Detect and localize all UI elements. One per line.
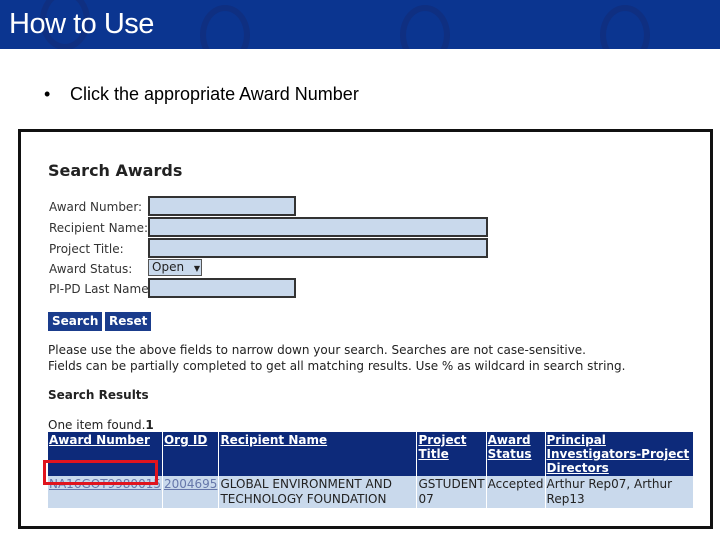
found-count: 1 — [145, 418, 154, 432]
recipient-name-label: Recipient Name: — [49, 221, 149, 235]
col-recipient-name[interactable]: Recipient Name — [218, 432, 418, 476]
search-button[interactable]: Search — [48, 312, 103, 331]
results-heading: Search Results — [48, 388, 149, 402]
reset-button[interactable]: Reset — [105, 312, 152, 331]
award-status-value: Open — [152, 260, 185, 274]
col-award-status[interactable]: Award Status — [486, 432, 546, 476]
project-title-input[interactable] — [148, 238, 488, 258]
decorative-circle — [200, 5, 250, 49]
recipient-name-cell: GLOBAL ENVIRONMENT AND TECHNOLOGY FOUNDA… — [218, 476, 418, 508]
pi-pd-last-name-input[interactable] — [148, 278, 296, 298]
project-title-cell: GSTUDENT 07 — [416, 476, 487, 508]
award-status-select[interactable]: Open ▼ — [148, 259, 202, 276]
decorative-circle — [600, 5, 650, 49]
dropdown-arrow-icon: ▼ — [193, 264, 201, 273]
found-text: One item found. — [48, 418, 146, 432]
bullet-text: Click the appropriate Award Number — [70, 84, 359, 104]
award-status-label: Award Status: — [49, 262, 133, 276]
award-status-cell: Accepted — [486, 476, 546, 508]
col-pi-pd[interactable]: Principal Investigators-Project Director… — [545, 432, 694, 476]
recipient-name-input[interactable] — [148, 217, 488, 237]
search-note-1: Please use the above fields to narrow do… — [48, 343, 586, 357]
screenshot-frame: Search Awards Award Number: Recipient Na… — [18, 129, 713, 529]
search-note-2: Fields can be partially completed to get… — [48, 359, 626, 373]
col-org-id[interactable]: Org ID — [162, 432, 220, 476]
items-found: One item found.1 — [48, 418, 154, 432]
decorative-circle — [400, 5, 450, 49]
bullet-item: • Click the appropriate Award Number — [44, 84, 359, 104]
award-number-input[interactable] — [148, 196, 296, 216]
col-project-title[interactable]: Project Title — [416, 432, 487, 476]
pi-pd-last-name-label: PI-PD Last Name: — [49, 282, 153, 296]
form-heading: Search Awards — [48, 161, 183, 180]
pi-pd-cell: Arthur Rep07, Arthur Rep13 — [545, 476, 694, 508]
project-title-label: Project Title: — [49, 242, 124, 256]
award-number-label: Award Number: — [49, 200, 143, 214]
slide-title: How to Use — [9, 8, 154, 40]
highlight-box — [43, 460, 158, 485]
slide-header: How to Use — [0, 0, 720, 49]
org-id-link[interactable]: 2004695 — [164, 477, 217, 491]
